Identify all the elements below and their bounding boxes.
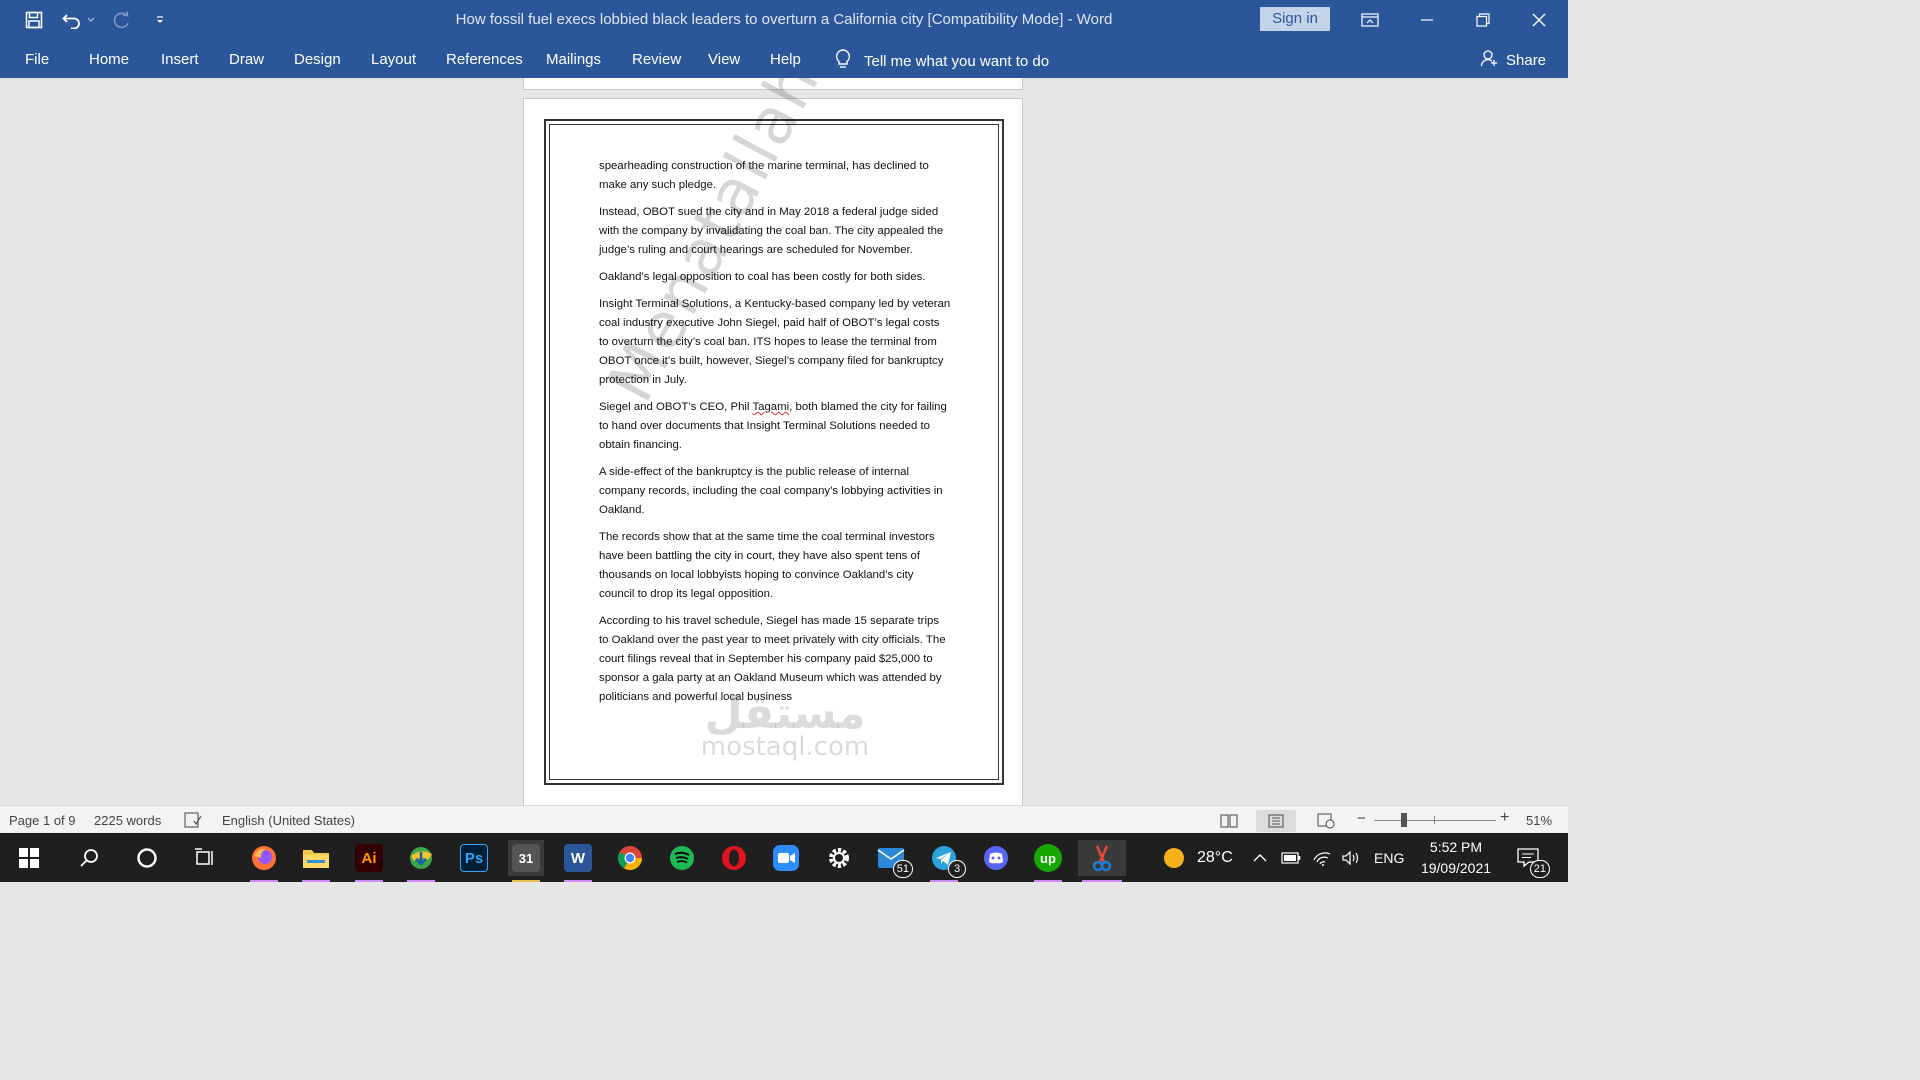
sign-in-button[interactable]: Sign in — [1260, 7, 1330, 31]
ribbon-tabs: File Home Insert Draw Design Layout Refe… — [0, 40, 1568, 78]
clock-date[interactable]: 19/09/2021 — [1412, 860, 1500, 876]
spelling-error[interactable]: Tagami — [752, 401, 789, 413]
tab-mailings[interactable]: Mailings — [546, 51, 601, 68]
lightbulb-icon — [834, 48, 852, 74]
page-count[interactable]: Page 1 of 9 — [9, 813, 76, 828]
cortana-icon[interactable] — [129, 840, 165, 876]
close-icon[interactable] — [1527, 8, 1551, 32]
paragraph[interactable]: Insight Terminal Solutions, a Kentucky-b… — [599, 295, 951, 390]
zoom-slider-thumb[interactable] — [1401, 813, 1407, 827]
tab-references[interactable]: References — [446, 51, 523, 68]
paragraph[interactable]: The records show that at the same time t… — [599, 528, 951, 604]
tab-file[interactable]: File — [25, 51, 49, 68]
tell-me-search[interactable]: Tell me what you want to do — [834, 48, 1049, 74]
telegram-count-badge: 3 — [948, 860, 966, 878]
status-bar: Page 1 of 9 2225 words English (United S… — [0, 805, 1568, 833]
wifi-icon[interactable] — [1307, 840, 1337, 876]
temperature[interactable]: 28°C — [1197, 849, 1233, 867]
windows-start-icon[interactable] — [11, 840, 47, 876]
tab-design[interactable]: Design — [294, 51, 341, 68]
word-icon[interactable]: W — [560, 840, 596, 882]
tab-home[interactable]: Home — [89, 51, 129, 68]
tab-view[interactable]: View — [708, 51, 740, 68]
chevron-up-icon[interactable] — [1245, 840, 1275, 876]
clock-time[interactable]: 5:52 PM — [1418, 839, 1494, 855]
ribbon-display-options-icon[interactable] — [1358, 8, 1382, 32]
telegram-icon[interactable]: 3 — [926, 840, 966, 882]
chrome-icon[interactable] — [612, 840, 648, 876]
tab-layout[interactable]: Layout — [371, 51, 416, 68]
share-label: Share — [1506, 51, 1547, 69]
settings-gear-icon[interactable] — [821, 840, 857, 876]
language-indicator[interactable]: English (United States) — [222, 813, 355, 828]
tab-help[interactable]: Help — [770, 51, 801, 68]
paragraph[interactable]: According to his travel schedule, Siegel… — [599, 612, 951, 707]
zoom-in-button[interactable]: + — [1500, 809, 1509, 827]
document-page[interactable]: spearheading construction of the marine … — [523, 78, 1023, 805]
web-layout-icon[interactable] — [1306, 810, 1346, 832]
windows-taskbar: Ai Ps 31 W 51 3 up 28°C ENG 5:52 PM 19/0… — [0, 833, 1568, 882]
internet-download-manager-icon[interactable] — [403, 840, 439, 882]
battery-icon[interactable] — [1276, 840, 1306, 876]
firefox-icon[interactable] — [246, 840, 282, 882]
mail-icon[interactable]: 51 — [873, 840, 913, 878]
tab-review[interactable]: Review — [632, 51, 681, 68]
person-add-icon — [1480, 49, 1498, 71]
restore-icon[interactable] — [1471, 8, 1495, 32]
zoom-out-button[interactable]: − — [1357, 810, 1366, 827]
zoom-level[interactable]: 51% — [1526, 813, 1552, 828]
read-mode-icon[interactable] — [1209, 810, 1249, 832]
weather-sun-icon[interactable] — [1156, 840, 1192, 876]
paragraph[interactable]: Oakland’s legal opposition to coal has b… — [599, 268, 951, 287]
paragraph[interactable]: Siegel and OBOT’s CEO, Phil Tagami, both… — [599, 398, 951, 455]
notification-count-badge: 21 — [1529, 860, 1550, 878]
mail-count-badge: 51 — [892, 860, 913, 878]
illustrator-icon[interactable]: Ai — [351, 840, 387, 882]
tell-me-label: Tell me what you want to do — [864, 52, 1050, 70]
opera-icon[interactable] — [716, 840, 752, 876]
input-language[interactable]: ENG — [1374, 850, 1404, 866]
volume-icon[interactable] — [1336, 840, 1366, 876]
print-layout-icon[interactable] — [1256, 810, 1296, 832]
paragraph[interactable]: spearheading construction of the marine … — [599, 157, 951, 195]
document-title: How fossil fuel execs lobbied black lead… — [455, 11, 1113, 28]
document-canvas[interactable]: spearheading construction of the marine … — [0, 78, 1568, 805]
tab-draw[interactable]: Draw — [229, 51, 264, 68]
discord-icon[interactable] — [978, 840, 1014, 876]
tab-insert[interactable]: Insert — [161, 51, 199, 68]
photoshop-icon[interactable]: Ps — [456, 840, 492, 876]
previous-page-edge — [523, 78, 1023, 90]
file-explorer-icon[interactable] — [298, 840, 334, 882]
video-editor-icon[interactable]: 31 — [508, 840, 544, 882]
spotify-icon[interactable] — [664, 840, 700, 876]
paragraph[interactable]: A side-effect of the bankruptcy is the p… — [599, 463, 951, 520]
snipping-tool-icon[interactable] — [1078, 840, 1126, 882]
task-view-icon[interactable] — [187, 840, 223, 876]
minimize-icon[interactable] — [1415, 8, 1439, 32]
zoom-slider[interactable] — [1374, 820, 1496, 821]
notification-center-icon[interactable]: 21 — [1510, 840, 1550, 878]
proofing-icon[interactable] — [184, 812, 202, 831]
document-body[interactable]: spearheading construction of the marine … — [599, 157, 951, 715]
word-count[interactable]: 2225 words — [94, 813, 161, 828]
upwork-icon[interactable]: up — [1030, 840, 1066, 882]
zoom-app-icon[interactable] — [768, 840, 804, 876]
title-bar: How fossil fuel execs lobbied black lead… — [0, 0, 1568, 40]
search-icon[interactable] — [71, 840, 107, 876]
share-button[interactable]: Share — [1480, 49, 1546, 71]
paragraph[interactable]: Instead, OBOT sued the city and in May 2… — [599, 203, 951, 260]
